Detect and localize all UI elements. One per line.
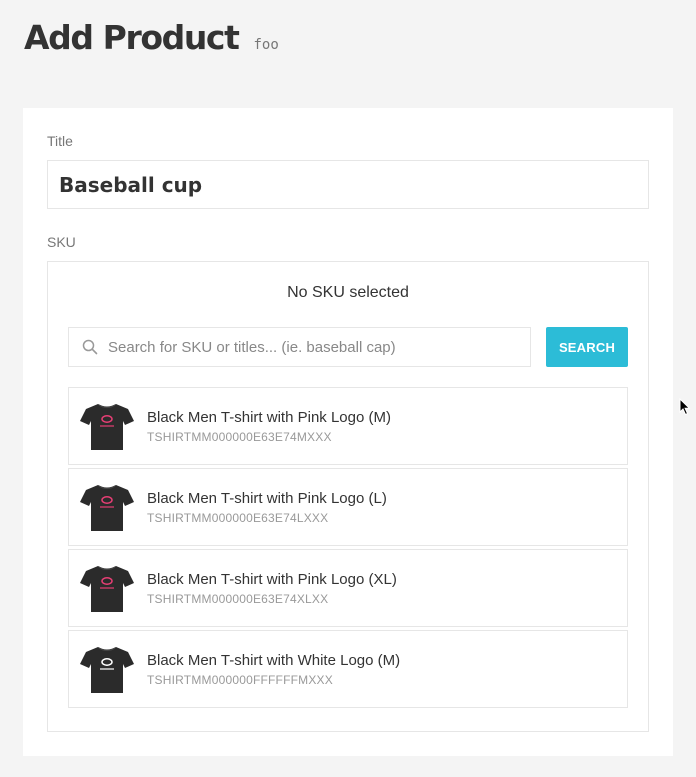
title-input-value: Baseball cup (59, 172, 203, 197)
sku-item-name: Black Men T-shirt with Pink Logo (XL) (147, 571, 397, 588)
sku-picker: No SKU selected Search for SKU or titles… (47, 261, 649, 732)
sku-result-item[interactable]: Black Men T-shirt with Pink Logo (L) TSHI… (68, 468, 628, 546)
tshirt-icon (78, 400, 136, 454)
sku-item-name: Black Men T-shirt with Pink Logo (L) (147, 490, 387, 507)
search-icon (81, 338, 99, 356)
search-button[interactable]: SEARCH (546, 327, 628, 367)
sku-item-name: Black Men T-shirt with White Logo (M) (147, 652, 401, 669)
tshirt-icon (78, 643, 136, 697)
sku-item-code: TSHIRTMM000000FFFFFFMXXX (147, 673, 333, 687)
sku-results-list: Black Men T-shirt with Pink Logo (M) TSHI… (68, 387, 628, 711)
title-input[interactable]: Baseball cup (47, 160, 649, 209)
page-title: Add Product (24, 18, 240, 57)
sku-result-item[interactable]: Black Men T-shirt with Pink Logo (XL) TSH… (68, 549, 628, 627)
tshirt-icon (78, 562, 136, 616)
title-label: Title (47, 133, 73, 149)
sku-item-code: TSHIRTMM000000E63E74XLXX (147, 592, 329, 606)
sku-item-code: TSHIRTMM000000E63E74MXXX (147, 430, 332, 444)
sku-search-input[interactable]: Search for SKU or titles... (ie. basebal… (68, 327, 531, 367)
tshirt-icon (78, 481, 136, 535)
page-subtitle: foo (253, 37, 279, 53)
page-header: Add Product foo (24, 18, 279, 62)
sku-result-item[interactable]: Black Men T-shirt with Pink Logo (M) TSHI… (68, 387, 628, 465)
sku-item-name: Black Men T-shirt with Pink Logo (M) (147, 409, 391, 426)
product-form-card: Title Baseball cup SKU No SKU selected S… (23, 108, 673, 756)
sku-item-code: TSHIRTMM000000E63E74LXXX (147, 511, 329, 525)
sku-label: SKU (47, 234, 76, 250)
sku-selection-status: No SKU selected (287, 284, 409, 301)
mouse-pointer-icon (679, 398, 691, 416)
sku-result-item[interactable]: Black Men T-shirt with White Logo (M) TSH… (68, 630, 628, 708)
search-placeholder: Search for SKU or titles... (ie. basebal… (108, 338, 396, 356)
